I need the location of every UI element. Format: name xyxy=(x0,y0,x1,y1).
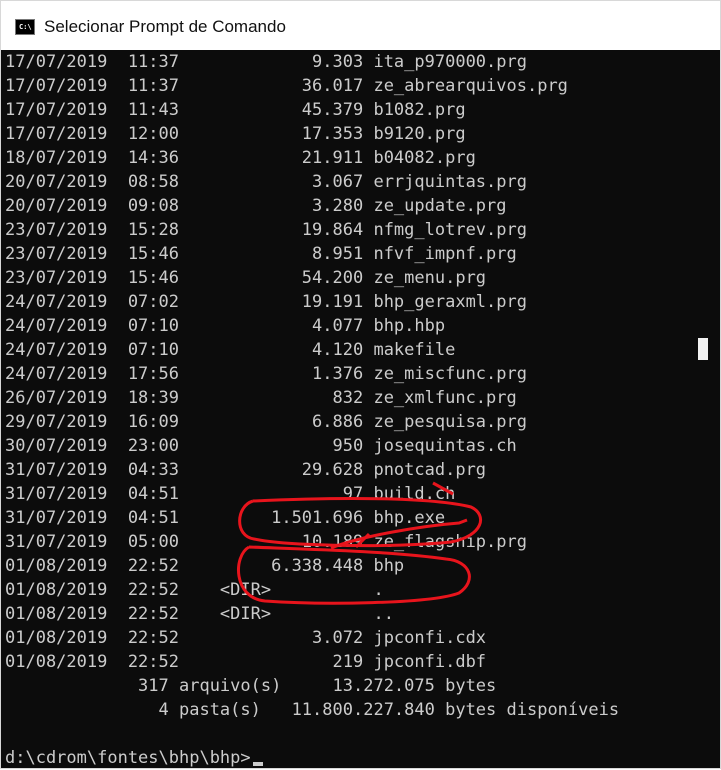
command-prompt-window: C:\ Selecionar Prompt de Comando 17/07/2… xyxy=(0,0,721,769)
red-annotation-marks xyxy=(237,481,482,605)
annotation-circle-bhp xyxy=(237,518,471,605)
